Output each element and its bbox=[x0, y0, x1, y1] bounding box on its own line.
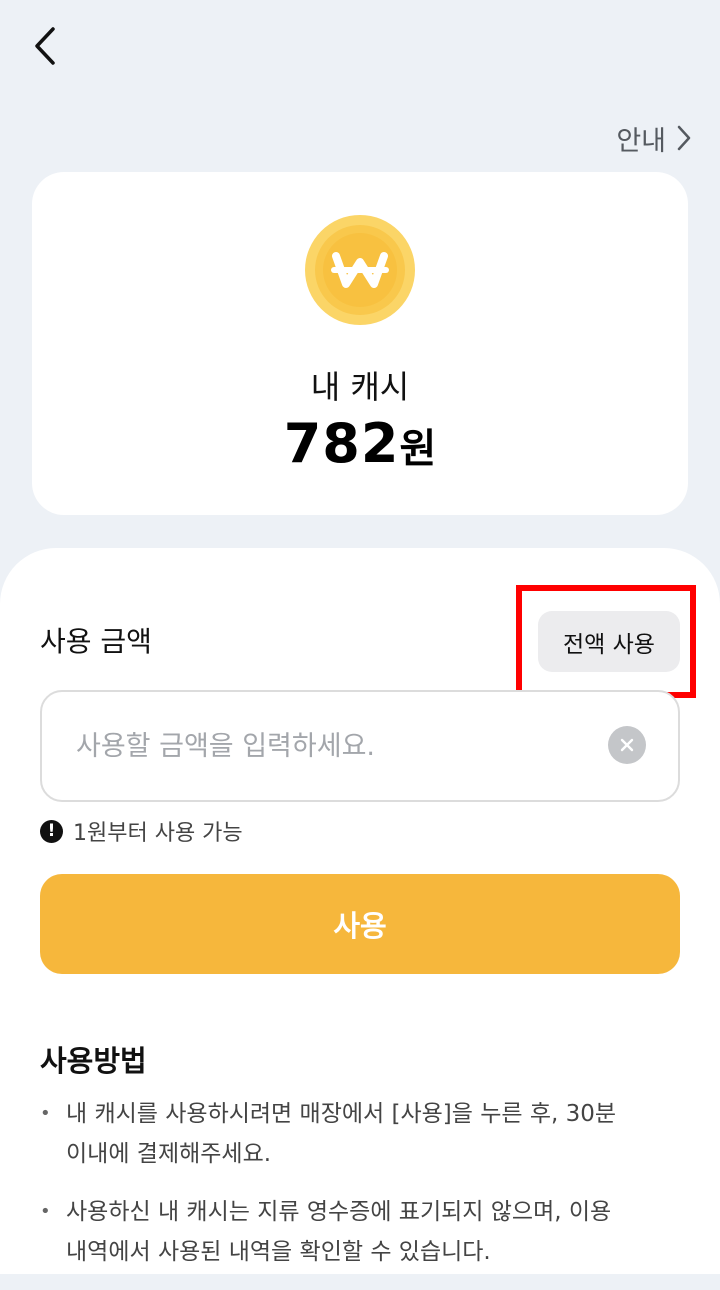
won-coin-icon bbox=[305, 215, 415, 325]
my-cash-label: 내 캐시 bbox=[310, 368, 410, 406]
use-button[interactable]: 사용 bbox=[40, 874, 680, 974]
list-item: • 사용하신 내 캐시는 지류 영수증에 표기되지 않으며, 이용내역에서 사용… bbox=[40, 1192, 680, 1272]
howto-title: 사용방법 bbox=[40, 1044, 147, 1078]
bullet: • bbox=[40, 1103, 51, 1124]
clear-circle-icon bbox=[620, 738, 634, 752]
min-amount-notice: ! 1원부터 사용 가능 bbox=[40, 814, 243, 848]
cash-balance-card: 내 캐시 782원 bbox=[32, 172, 688, 515]
amount-label: 사용 금액 bbox=[40, 625, 152, 658]
amount-input[interactable] bbox=[76, 714, 596, 778]
guide-label: 안내 bbox=[616, 125, 666, 157]
notice-text: 1원부터 사용 가능 bbox=[73, 821, 243, 846]
howto-text: 사용하신 내 캐시는 지류 영수증에 표기되지 않으며, 이용내역에서 사용된 … bbox=[66, 1199, 612, 1265]
list-item: • 내 캐시를 사용하시려면 매장에서 [사용]을 누른 후, 30분 이내에 … bbox=[40, 1094, 680, 1174]
chevron-right-icon bbox=[677, 125, 691, 151]
full-use-button[interactable]: 전액 사용 bbox=[538, 611, 680, 672]
chevron-left-icon bbox=[35, 27, 55, 65]
clear-button[interactable] bbox=[608, 726, 646, 764]
cash-amount: 782원 bbox=[32, 412, 688, 475]
exclamation-circle-icon: ! bbox=[40, 819, 63, 843]
cash-amount-unit: 원 bbox=[399, 426, 437, 472]
howto-text: 내 캐시를 사용하시려면 매장에서 [사용]을 누른 후, 30분 이내에 결제… bbox=[66, 1101, 617, 1167]
cash-amount-value: 782 bbox=[283, 412, 400, 475]
guide-link[interactable]: 안내 bbox=[616, 116, 692, 160]
bullet: • bbox=[40, 1201, 51, 1222]
howto-list: • 내 캐시를 사용하시려면 매장에서 [사용]을 누른 후, 30분 이내에 … bbox=[40, 1094, 680, 1290]
amount-input-field bbox=[40, 690, 680, 802]
use-cash-panel: 사용 금액 전액 사용 ! 1원부터 사용 가능 사용 사용방법 • 내 캐시를… bbox=[0, 548, 720, 1274]
back-button[interactable] bbox=[18, 18, 74, 74]
